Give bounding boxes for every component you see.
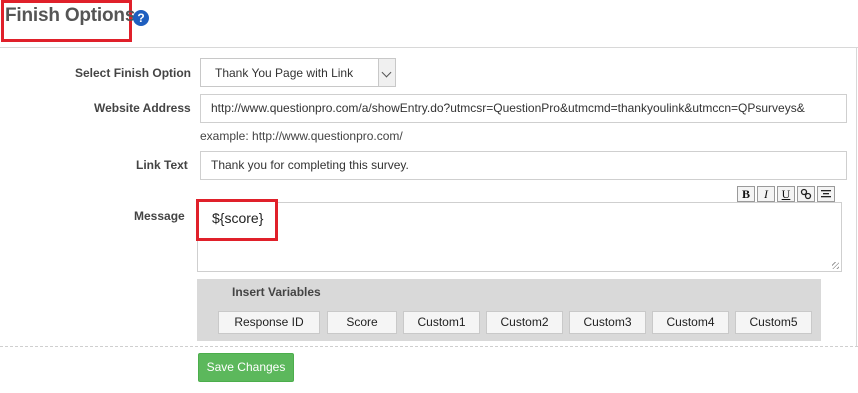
- panel-right-border: [856, 47, 857, 347]
- message-content[interactable]: ${score}: [212, 210, 263, 226]
- bold-icon[interactable]: B: [737, 186, 755, 202]
- insert-custom4-button[interactable]: Custom4: [652, 311, 729, 334]
- finish-option-select[interactable]: Thank You Page with Link: [200, 58, 396, 87]
- insert-custom5-button[interactable]: Custom5: [735, 311, 812, 334]
- website-address-example: example: http://www.questionpro.com/: [200, 129, 403, 143]
- score-highlight-box: ${score}: [196, 199, 278, 241]
- website-address-label: Website Address: [94, 101, 191, 115]
- message-editor[interactable]: [197, 202, 842, 272]
- link-icon[interactable]: [797, 186, 815, 202]
- insert-response-id-button[interactable]: Response ID: [218, 311, 320, 334]
- section-divider: [0, 346, 858, 347]
- link-text-label: Link Text: [136, 158, 188, 172]
- insert-variables-title: Insert Variables: [232, 285, 321, 299]
- underline-icon[interactable]: U: [777, 186, 795, 202]
- align-center-icon[interactable]: [817, 186, 835, 202]
- finish-option-selected-value: Thank You Page with Link: [215, 66, 354, 80]
- italic-icon[interactable]: I: [757, 186, 775, 202]
- page-header: Finish Options ?: [0, 0, 858, 46]
- chevron-down-icon[interactable]: [378, 59, 395, 86]
- insert-custom2-button[interactable]: Custom2: [486, 311, 563, 334]
- insert-custom3-button[interactable]: Custom3: [569, 311, 646, 334]
- resize-handle-icon[interactable]: [832, 262, 839, 269]
- insert-variables-panel: Insert Variables Response ID Score Custo…: [197, 279, 821, 341]
- insert-score-button[interactable]: Score: [327, 311, 397, 334]
- finish-option-label: Select Finish Option: [75, 66, 192, 80]
- website-address-input[interactable]: http://www.questionpro.com/a/showEntry.d…: [200, 94, 847, 123]
- page-title: Finish Options: [5, 5, 136, 26]
- save-changes-button[interactable]: Save Changes: [198, 353, 294, 382]
- editor-toolbar: B I U: [737, 186, 835, 202]
- message-label: Message: [134, 209, 185, 223]
- header-divider: [0, 47, 858, 48]
- insert-custom1-button[interactable]: Custom1: [403, 311, 480, 334]
- link-text-input[interactable]: Thank you for completing this survey.: [200, 151, 847, 180]
- help-icon[interactable]: ?: [133, 10, 149, 26]
